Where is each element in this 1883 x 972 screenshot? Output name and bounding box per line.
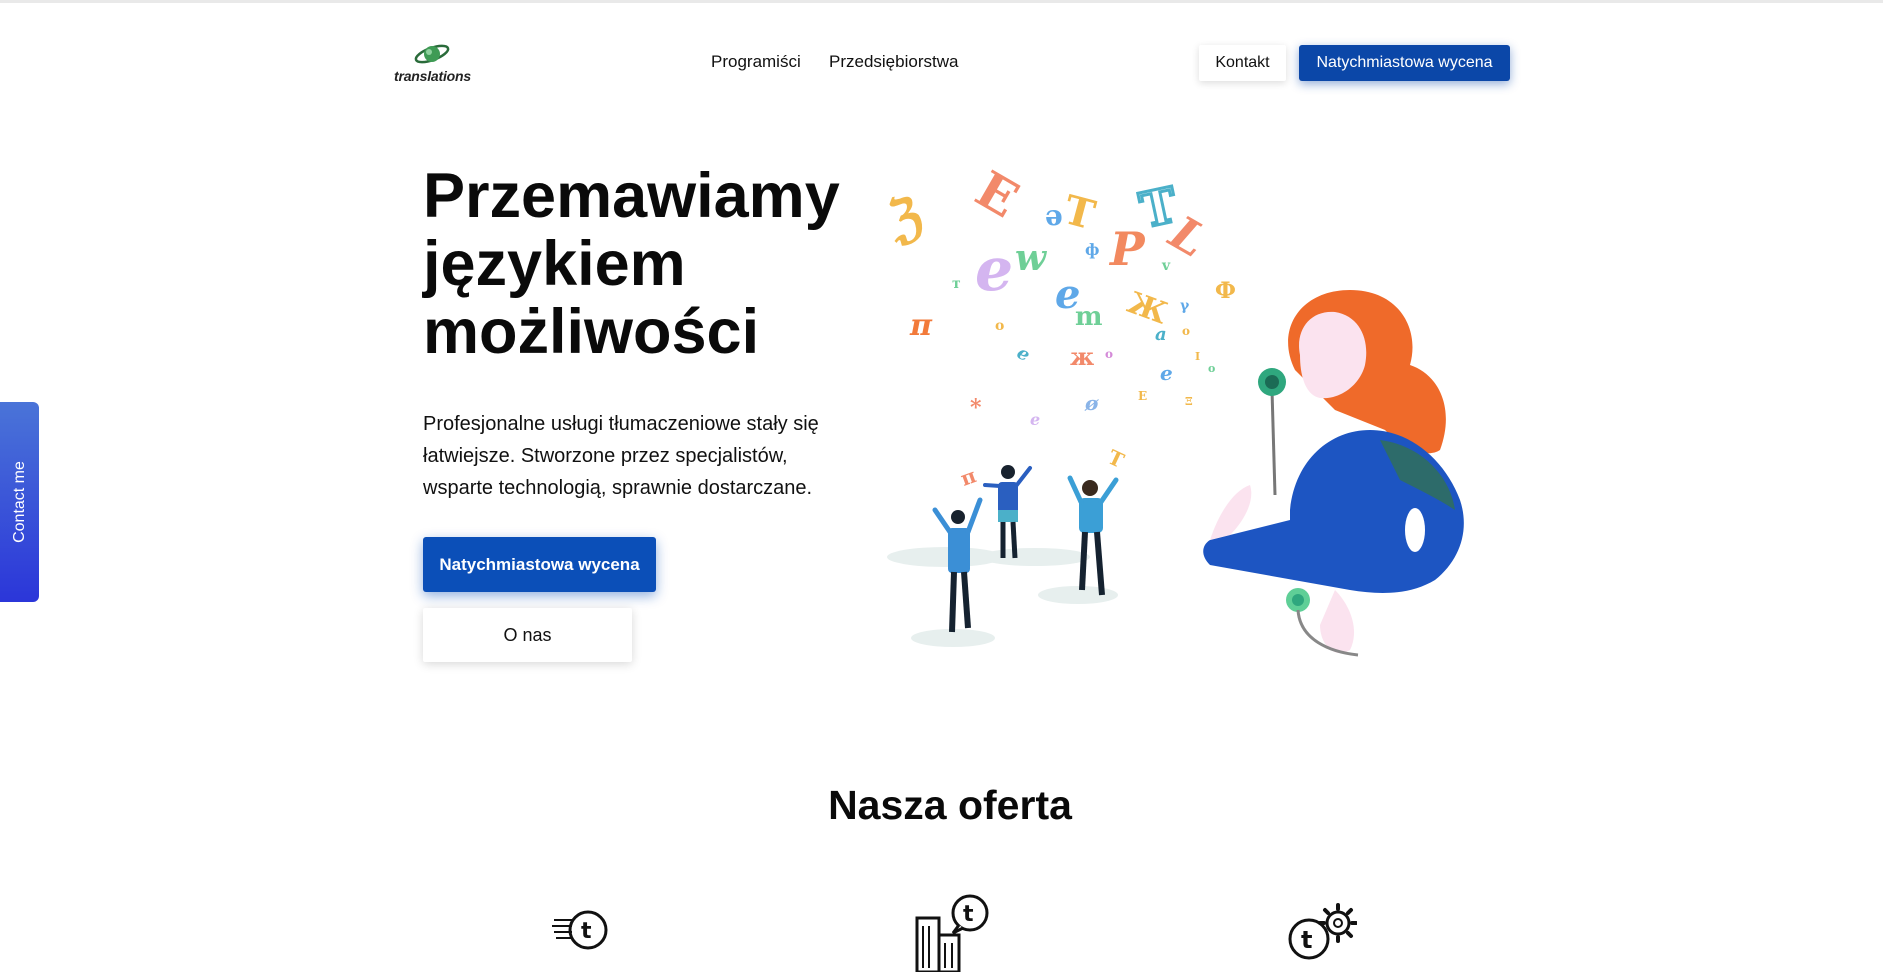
svg-text:e: e xyxy=(1030,410,1040,429)
contact-me-tab[interactable]: Contact me xyxy=(0,402,39,602)
tech-translation-icon: t xyxy=(1288,903,1357,960)
woman-blowing xyxy=(1203,290,1464,657)
svg-text:o: o xyxy=(1105,347,1113,361)
svg-text:T: T xyxy=(1104,445,1128,473)
top-border xyxy=(0,0,1883,3)
fast-translation-icon: t xyxy=(552,910,608,950)
svg-text:π: π xyxy=(909,308,933,343)
svg-text:o: o xyxy=(1208,362,1215,375)
svg-text:ж: ж xyxy=(1070,342,1094,371)
hero-title-line-1: Przemawiamy xyxy=(423,161,840,231)
hero-title: Przemawiamy językiem możliwości xyxy=(423,162,863,366)
instant-quote-button-hero[interactable]: Natychmiastowa wycena xyxy=(423,537,656,592)
svg-text:Ξ: Ξ xyxy=(1185,395,1193,408)
svg-text:m: m xyxy=(1075,302,1103,332)
svg-text:w: w xyxy=(1015,237,1048,279)
svg-text:v: v xyxy=(1161,258,1171,274)
nav-programmers[interactable]: Programiści xyxy=(711,52,801,72)
svg-text:o: o xyxy=(1182,324,1190,338)
contact-me-label: Contact me xyxy=(10,461,28,543)
svg-text:ø: ø xyxy=(1084,391,1099,415)
hero-illustration: ℨ E ə T T L e w ф P v Ф т e m Ж γ π o a … xyxy=(881,160,1464,657)
svg-text:E: E xyxy=(966,160,1029,229)
flying-letters: ℨ E ə T T L e w ф P v Ф т e m Ж γ π o a … xyxy=(881,160,1236,491)
svg-text:t: t xyxy=(1301,926,1312,954)
logo[interactable]: translations xyxy=(392,40,472,86)
svg-text:I: I xyxy=(1195,350,1200,363)
svg-text:*: * xyxy=(970,395,982,421)
svg-text:e: e xyxy=(1013,342,1033,366)
about-us-button[interactable]: O nas xyxy=(423,608,632,662)
hero-title-line-2: językiem xyxy=(423,229,686,299)
svg-text:ℨ: ℨ xyxy=(881,185,929,252)
hero-title-line-3: możliwości xyxy=(423,297,760,367)
person-right xyxy=(1067,475,1119,596)
person-middle xyxy=(983,465,1032,559)
svg-text:t: t xyxy=(963,902,974,927)
svg-text:E: E xyxy=(1138,389,1147,403)
logo-planet-icon xyxy=(414,44,450,64)
svg-text:π: π xyxy=(957,463,979,491)
svg-text:γ: γ xyxy=(1180,298,1190,314)
offer-title: Nasza oferta xyxy=(828,782,1072,828)
contact-button[interactable]: Kontakt xyxy=(1199,45,1286,81)
logo-text: translations xyxy=(394,68,471,84)
svg-text:T: T xyxy=(1059,186,1100,239)
svg-text:o: o xyxy=(995,318,1004,334)
svg-text:t: t xyxy=(581,919,592,944)
nav-enterprises[interactable]: Przedsiębiorstwa xyxy=(829,52,958,72)
hero-subtitle: Profesjonalne usługi tłumaczeniowe stały… xyxy=(423,413,819,499)
business-translation-icon: t xyxy=(915,894,989,972)
ground-shadow-3 xyxy=(1038,586,1118,604)
svg-text:e: e xyxy=(975,235,1013,305)
svg-text:Ф: Ф xyxy=(1215,278,1236,304)
svg-text:ф: ф xyxy=(1085,240,1099,259)
svg-text:т: т xyxy=(952,276,961,292)
svg-text:e: e xyxy=(1160,361,1173,385)
svg-text:a: a xyxy=(1155,324,1167,345)
svg-text:P: P xyxy=(1108,222,1146,276)
ground-shadow-2 xyxy=(980,548,1090,566)
instant-quote-button-header[interactable]: Natychmiastowa wycena xyxy=(1299,45,1510,81)
